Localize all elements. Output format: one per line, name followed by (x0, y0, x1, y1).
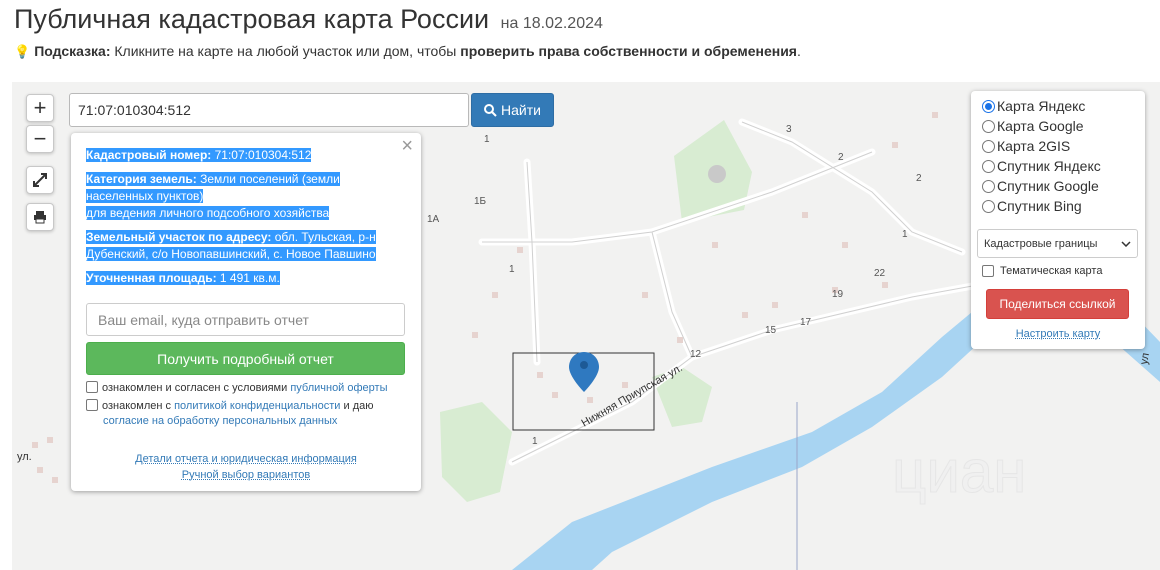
printer-icon (34, 211, 46, 224)
configure-map-link[interactable]: Настроить карту (1016, 328, 1101, 340)
boundaries-select-value: Кадастровые границы (984, 237, 1098, 250)
cadastral-label: Кадастровый номер: (86, 148, 212, 162)
privacy-checkbox[interactable] (86, 399, 98, 411)
layer-label: Карта Google (997, 118, 1084, 134)
layer-option-google-map[interactable]: Карта Google (982, 118, 1084, 134)
radio-icon[interactable] (982, 119, 995, 133)
search-input[interactable] (69, 93, 469, 127)
offer-link[interactable]: публичной оферты (290, 382, 387, 394)
usage-value: для ведения личного подсобного хозяйства (86, 206, 330, 220)
category-label: Категория земель: (86, 172, 197, 186)
consent-link[interactable]: согласие на обработку персональных данны… (103, 415, 337, 427)
search-icon (484, 103, 497, 117)
chevron-down-icon (1121, 240, 1131, 247)
house-number: 1А (427, 214, 440, 225)
radio-selected-icon[interactable] (982, 99, 995, 113)
expand-icon (33, 173, 47, 187)
house-number: 19 (832, 289, 844, 300)
layer-option-2gis-map[interactable]: Карта 2GIS (982, 138, 1070, 154)
house-number: 2 (838, 152, 844, 163)
house-number: 17 (800, 317, 812, 328)
popup-links: Детали отчета и юридическая информация Р… (71, 451, 421, 483)
house-number: 22 (874, 268, 886, 279)
radio-icon[interactable] (982, 199, 995, 213)
parcel-info: Кадастровый номер: 71:07:010304:512 Кате… (86, 147, 386, 294)
date-label: на 18.02.2024 (500, 15, 603, 32)
house-number: 2 (916, 173, 922, 184)
offer-agreement: ознакомлен и согласен с условиями публич… (86, 381, 406, 396)
search-button-label: Найти (501, 102, 541, 118)
zoom-in-button[interactable]: + (26, 94, 54, 122)
page-title-text: Публичная кадастровая карта России (14, 4, 490, 34)
thematic-map-toggle[interactable]: Тематическая карта (982, 265, 1102, 277)
thematic-label: Тематическая карта (1000, 265, 1103, 277)
layer-option-bing-satellite[interactable]: Спутник Bing (982, 198, 1082, 214)
hint-line: 💡 Подсказка: Кликните на карте на любой у… (14, 43, 801, 60)
house-number: 15 (765, 325, 777, 336)
street-label-right: ул (1138, 352, 1152, 366)
offer-checkbox[interactable] (86, 381, 98, 393)
share-link-button[interactable]: Поделиться ссылкой (986, 289, 1129, 319)
hint-end: . (796, 43, 801, 59)
agree2-text: ознакомлен с (102, 400, 175, 412)
fullscreen-button[interactable] (26, 166, 54, 194)
lightbulb-icon: 💡 (14, 44, 31, 59)
print-button[interactable] (26, 203, 54, 231)
hint-label: Подсказка: (34, 43, 111, 59)
manual-selection-link[interactable]: Ручной выбор вариантов (182, 469, 310, 481)
search-button[interactable]: Найти (471, 93, 554, 127)
layer-label: Спутник Яндекс (997, 158, 1101, 174)
layer-option-yandex-satellite[interactable]: Спутник Яндекс (982, 158, 1101, 174)
layer-option-google-satellite[interactable]: Спутник Google (982, 178, 1099, 194)
radio-icon[interactable] (982, 179, 995, 193)
radio-icon[interactable] (982, 139, 995, 153)
house-number: 1 (484, 134, 490, 145)
address-label: Земельный участок по адресу: (86, 230, 272, 244)
hint-bold-text: проверить права собственности и обремене… (460, 43, 797, 59)
house-number: 12 (690, 349, 702, 360)
privacy-agreement: ознакомлен с политикой конфиденциальност… (86, 399, 406, 429)
layer-label: Спутник Bing (997, 198, 1082, 214)
agree1-text: ознакомлен и согласен с условиями (102, 382, 291, 394)
parcel-popup: × Кадастровый номер: 71:07:010304:512 Ка… (71, 133, 421, 491)
page-title: Публичная кадастровая карта России на 18… (14, 4, 603, 35)
area-label: Уточненная площадь: (86, 271, 217, 285)
privacy-policy-link[interactable]: политикой конфиденциальности (174, 400, 340, 412)
layer-label: Спутник Google (997, 178, 1099, 194)
map-canvas[interactable]: циан Нижняя Приупская ул. ул. ул 1 1А 1Б… (12, 82, 1160, 570)
layer-label: Карта 2GIS (997, 138, 1071, 154)
house-number: 1 (902, 229, 908, 240)
details-link[interactable]: Детали отчета и юридическая информация (135, 453, 357, 465)
cadastral-value: 71:07:010304:512 (211, 148, 312, 162)
area-value: 1 491 кв.м. (216, 271, 280, 285)
layer-option-yandex-map[interactable]: Карта Яндекс (982, 98, 1085, 114)
thematic-checkbox[interactable] (982, 265, 994, 277)
get-report-button[interactable]: Получить подробный отчет (86, 342, 405, 375)
house-number: 1 (509, 264, 515, 275)
close-icon[interactable]: × (401, 135, 413, 158)
radio-icon[interactable] (982, 159, 995, 173)
layer-label: Карта Яндекс (997, 98, 1086, 114)
layers-panel: Карта Яндекс Карта Google Карта 2GIS Спу… (971, 91, 1145, 349)
watermark: циан (892, 438, 1026, 505)
boundaries-select[interactable]: Кадастровые границы (977, 229, 1138, 258)
house-number: 3 (786, 124, 792, 135)
zoom-out-button[interactable]: − (26, 125, 54, 153)
house-number: 1 (532, 436, 538, 447)
email-input[interactable] (86, 303, 405, 336)
agree2-mid: и даю (340, 400, 374, 412)
hint-text: Кликните на карте на любой участок или д… (110, 43, 461, 59)
house-number: 1Б (474, 196, 487, 207)
street-label-left: ул. (17, 451, 32, 463)
